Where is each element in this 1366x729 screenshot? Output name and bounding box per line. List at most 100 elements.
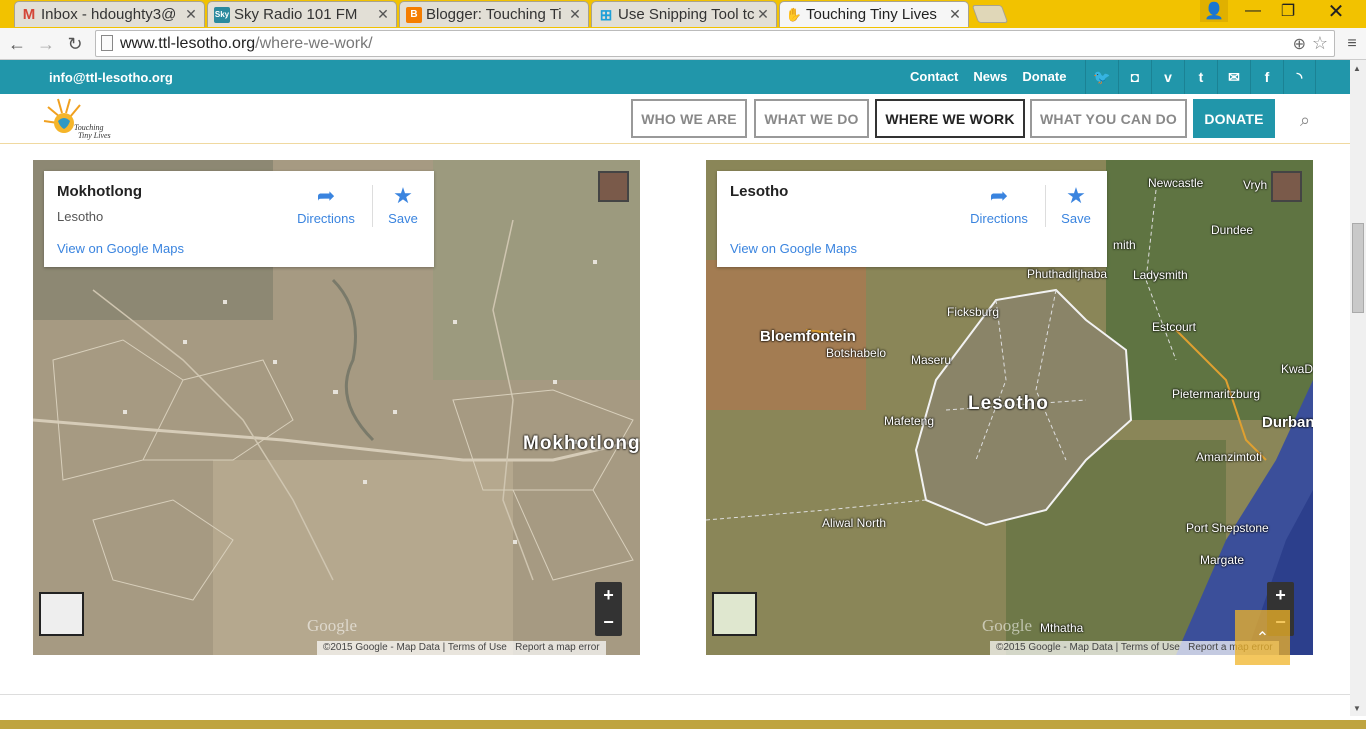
report-error-link[interactable]: Report a map error — [515, 642, 599, 653]
avatar[interactable] — [1271, 171, 1302, 202]
directions-label: Directions — [970, 211, 1028, 226]
terms-of-use-link[interactable]: Terms of Use — [448, 642, 507, 653]
tumblr-icon[interactable]: t — [1184, 60, 1217, 94]
map-label: KwaD — [1281, 362, 1313, 376]
map-label: Estcourt — [1152, 320, 1197, 334]
map-mokhotlong[interactable]: Mokhotlong Mokhotlong Lesotho View on Go… — [33, 160, 640, 655]
scrollbar-thumb[interactable] — [1352, 223, 1364, 313]
close-icon[interactable]: ✕ — [376, 6, 390, 23]
zoom-control: + − — [595, 582, 622, 636]
ttl-hand-icon: ✋ — [785, 6, 803, 22]
tab-title: Blogger: Touching Ti — [426, 6, 562, 23]
map-label: Mafeteng — [884, 414, 935, 428]
save-label: Save — [1061, 211, 1091, 226]
directions-button[interactable]: ➦ Directions — [968, 181, 1030, 226]
map-label: Maseru — [911, 353, 952, 367]
windows-icon: ⊞ — [599, 6, 613, 24]
directions-label: Directions — [297, 211, 355, 226]
close-window-icon[interactable]: ✕ — [1316, 0, 1356, 23]
directions-button[interactable]: ➦ Directions — [295, 181, 357, 226]
browser-toolbar: ← → ↻ www.ttl-lesotho.org/where-we-work/… — [0, 28, 1366, 60]
contact-link[interactable]: Contact — [910, 69, 958, 84]
zoom-in-button[interactable]: + — [1267, 582, 1294, 609]
url-path: /where-we-work/ — [255, 34, 373, 52]
site-topbar: info@ttl-lesotho.org Contact News Donate… — [0, 60, 1350, 94]
divider — [1045, 185, 1046, 227]
view-on-google-maps-link[interactable]: View on Google Maps — [730, 241, 857, 256]
map-label: Mthatha — [1040, 621, 1084, 635]
star-icon: ★ — [393, 183, 413, 208]
tab-snipping-tool[interactable]: ⊞ Use Snipping Tool tc ✕ — [591, 1, 777, 27]
map-label: Amanzimtoti — [1196, 450, 1263, 464]
nav-what-we-do[interactable]: WHAT WE DO — [754, 99, 869, 138]
map-label: Margate — [1200, 553, 1245, 567]
map-label: Bloemfontein — [760, 328, 856, 345]
close-icon[interactable]: ✕ — [184, 6, 198, 23]
map-type-toggle[interactable] — [39, 592, 84, 636]
contact-email[interactable]: info@ttl-lesotho.org — [49, 70, 173, 85]
tab-blogger[interactable]: B Blogger: Touching Ti ✕ — [399, 1, 589, 27]
scroll-up-icon[interactable]: ▲ — [1353, 64, 1361, 73]
directions-icon: ➦ — [989, 183, 1009, 208]
forward-icon[interactable]: → — [34, 32, 58, 56]
browser-tab-bar: M Inbox - hdoughty3@ ✕ Sky Sky Radio 101… — [0, 0, 1366, 28]
map-label: Durban — [1262, 414, 1313, 431]
map-label: Vryh — [1243, 178, 1268, 192]
twitter-icon[interactable]: 🐦 — [1085, 60, 1118, 94]
map-label: Aliwal North — [822, 516, 887, 530]
nav-who-we-are[interactable]: WHO WE ARE — [631, 99, 747, 138]
sky-radio-icon: Sky — [214, 6, 230, 23]
site-logo[interactable]: Touching Tiny Lives — [40, 97, 120, 141]
search-icon[interactable]: ⌕ — [1300, 110, 1310, 131]
facebook-icon[interactable]: f — [1250, 60, 1283, 94]
address-bar[interactable]: www.ttl-lesotho.org/where-we-work/ ⊕ ☆ — [95, 30, 1335, 57]
map-label: Ficksburg — [947, 305, 1000, 319]
tab-gmail[interactable]: M Inbox - hdoughty3@ ✕ — [14, 1, 205, 27]
zoom-in-button[interactable]: + — [595, 582, 622, 609]
map-lesotho[interactable]: Newcastle Vryh Dundee mith Phuthaditjhab… — [706, 160, 1313, 655]
save-button[interactable]: ★ Save — [385, 181, 421, 226]
tab-sky-radio[interactable]: Sky Sky Radio 101 FM ✕ — [207, 1, 397, 27]
nav-what-you-can-do[interactable]: WHAT YOU CAN DO — [1030, 99, 1187, 138]
directions-icon: ➦ — [316, 183, 336, 208]
save-button[interactable]: ★ Save — [1058, 181, 1094, 226]
news-link[interactable]: News — [973, 69, 1007, 84]
new-tab-button[interactable] — [971, 5, 1009, 23]
page-viewport: info@ttl-lesotho.org Contact News Donate… — [0, 60, 1350, 720]
tab-title: Inbox - hdoughty3@ — [41, 6, 177, 23]
zoom-icon[interactable]: ⊕ — [1293, 34, 1306, 54]
user-icon[interactable]: 👤 — [1200, 0, 1228, 22]
map-attribution: ©2015 Google - Map Data | Terms of Use R… — [317, 641, 606, 655]
close-icon[interactable]: ✕ — [948, 6, 962, 23]
close-icon[interactable]: ✕ — [568, 6, 582, 23]
top-links: Contact News Donate — [910, 69, 1081, 84]
back-to-top-button[interactable]: ⌃ — [1235, 610, 1290, 665]
back-icon[interactable]: ← — [5, 32, 29, 56]
star-icon: ★ — [1066, 183, 1086, 208]
close-icon[interactable]: ✕ — [756, 6, 770, 23]
blogger-icon: B — [406, 6, 422, 23]
tab-touching-tiny-lives[interactable]: ✋ Touching Tiny Lives ✕ — [779, 1, 969, 27]
avatar[interactable] — [598, 171, 629, 202]
view-on-google-maps-link[interactable]: View on Google Maps — [57, 241, 184, 256]
reload-icon[interactable]: ↻ — [63, 32, 87, 56]
zoom-out-button[interactable]: − — [595, 609, 622, 636]
map-type-toggle[interactable] — [712, 592, 757, 636]
maximize-icon[interactable]: ❐ — [1271, 0, 1305, 22]
scroll-down-icon[interactable]: ▼ — [1353, 704, 1361, 713]
map-label: Dundee — [1211, 223, 1254, 237]
terms-of-use-link[interactable]: Terms of Use — [1121, 642, 1180, 653]
bookmark-star-icon[interactable]: ☆ — [1312, 33, 1328, 54]
nav-donate-button[interactable]: DONATE — [1193, 99, 1275, 138]
vimeo-icon[interactable]: v — [1151, 60, 1184, 94]
minimize-icon[interactable]: — — [1236, 0, 1270, 22]
nav-where-we-work[interactable]: WHERE WE WORK — [875, 99, 1025, 138]
map-data-credit: ©2015 Google - Map Data — [996, 642, 1113, 653]
mail-icon[interactable]: ✉ — [1217, 60, 1250, 94]
rss-icon[interactable]: ◝ — [1283, 60, 1316, 94]
menu-icon[interactable]: ≡ — [1340, 32, 1364, 56]
logo-text: Tiny Lives — [78, 131, 111, 140]
instagram-icon[interactable]: ◘ — [1118, 60, 1151, 94]
donate-link[interactable]: Donate — [1022, 69, 1066, 84]
page-scrollbar[interactable]: ▲ ▼ — [1350, 60, 1366, 716]
